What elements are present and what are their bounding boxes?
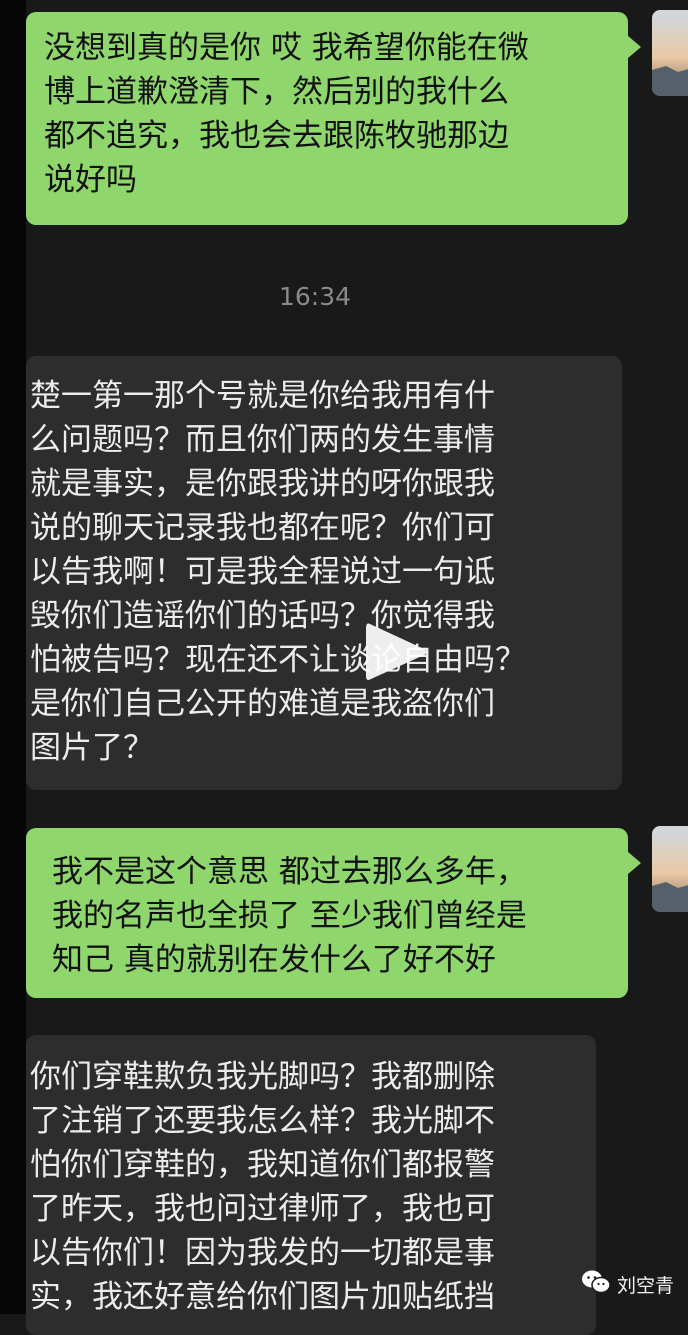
outgoing-message-bubble[interactable]: 我不是这个意思 都过去那么多年， 我的名声也全损了 至少我们曾经是 知己 真的就… <box>26 828 628 998</box>
watermark: 刘空青 <box>581 1266 674 1302</box>
play-icon[interactable] <box>362 620 430 684</box>
bubble-tail <box>628 852 641 874</box>
chat-timestamp: 16:34 <box>278 282 352 311</box>
bubble-tail <box>628 36 641 58</box>
outgoing-message-bubble[interactable]: 没想到真的是你 哎 我希望你能在微 博上道歉澄清下，然后别的我什么 都不追究，我… <box>26 12 628 225</box>
wechat-icon <box>581 1269 611 1300</box>
avatar[interactable] <box>652 10 688 96</box>
incoming-message-bubble[interactable]: 楚一第一那个号就是你给我用有什 么问题吗？而且你们两的发生事情 就是事实，是你跟… <box>26 356 622 790</box>
incoming-message-bubble[interactable]: 你们穿鞋欺负我光脚吗？我都删除 了注销了还要我怎么样？我光脚不 怕你们穿鞋的，我… <box>26 1035 596 1335</box>
left-edge-strip <box>0 0 26 1314</box>
watermark-text: 刘空青 <box>616 1274 674 1297</box>
avatar[interactable] <box>652 826 688 912</box>
